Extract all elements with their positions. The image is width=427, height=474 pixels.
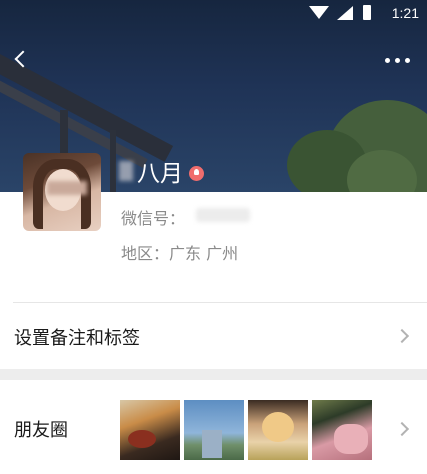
moments-thumbnail — [120, 400, 180, 460]
region-value: 广东 广州 — [169, 244, 239, 263]
moments-thumbnail — [248, 400, 308, 460]
back-button[interactable] — [8, 46, 36, 74]
moments-thumbnail — [184, 400, 244, 460]
more-dots-icon — [405, 58, 410, 63]
moments-row[interactable]: 朋友圈 — [0, 380, 427, 474]
nickname-mosaic — [119, 161, 133, 181]
cover-structure — [110, 130, 116, 192]
chevron-right-icon — [394, 328, 410, 344]
more-dots-icon — [385, 58, 390, 63]
region-row: 地区：广东 广州 — [121, 240, 238, 264]
nickname-row: 八月 — [119, 156, 204, 187]
wechat-id-mosaic — [196, 208, 250, 222]
female-icon — [189, 165, 204, 181]
wechat-id-label: 微信号： — [121, 209, 186, 228]
signal-icon — [337, 6, 353, 20]
set-remark-and-tags-label: 设置备注和标签 — [14, 328, 140, 349]
moments-thumbnails — [120, 400, 372, 460]
avatar-mosaic — [47, 181, 87, 195]
avatar[interactable] — [23, 153, 101, 231]
moments-thumbnail — [312, 400, 372, 460]
region-label: 地区： — [121, 244, 170, 263]
moments-label: 朋友圈 — [14, 420, 68, 441]
wifi-icon — [309, 6, 329, 19]
nickname: 八月 — [137, 161, 183, 187]
more-button[interactable] — [385, 52, 413, 68]
status-time: 1:21 — [391, 5, 419, 21]
back-arrow-icon — [14, 50, 32, 68]
more-dots-icon — [395, 58, 400, 63]
battery-icon — [363, 5, 371, 20]
status-bar: 1:21 — [0, 0, 427, 26]
chevron-right-icon — [394, 421, 410, 437]
set-remark-and-tags-row[interactable]: 设置备注和标签 — [0, 303, 427, 369]
section-gap — [0, 369, 427, 380]
